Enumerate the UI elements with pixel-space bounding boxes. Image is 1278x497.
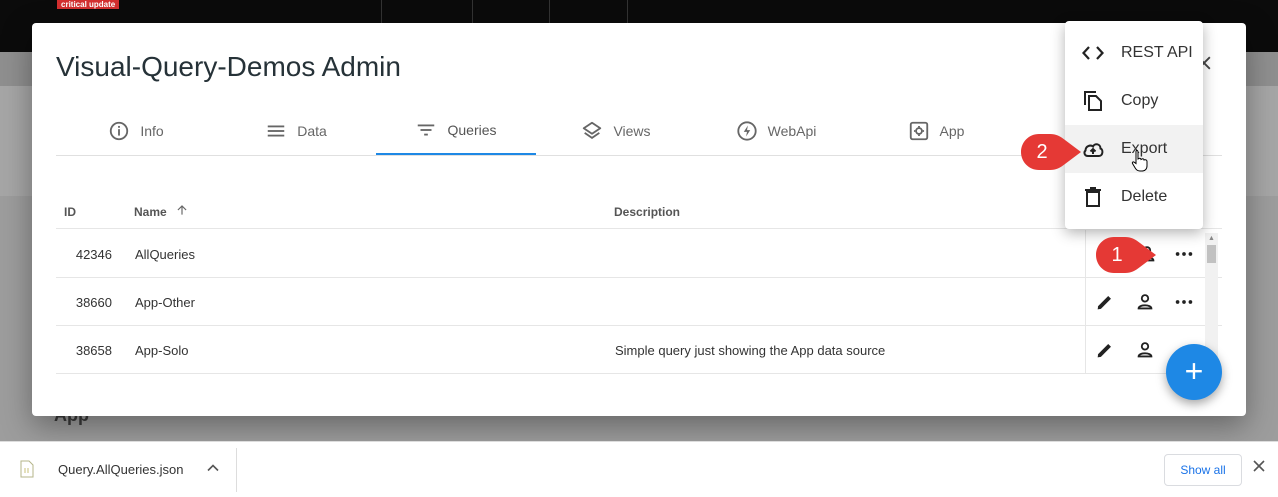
tab-info[interactable]: Info xyxy=(56,107,216,155)
menu-item-label: REST API xyxy=(1121,44,1193,61)
column-header-name[interactable]: Name xyxy=(134,205,167,219)
tab-label: Views xyxy=(613,123,651,139)
critical-update-badge: critical update xyxy=(57,0,120,9)
actions-divider xyxy=(1085,326,1086,374)
menu-item-copy[interactable]: Copy xyxy=(1065,77,1203,125)
callout-2: 2 xyxy=(1020,133,1081,171)
table-header: ID Name Description xyxy=(56,193,1222,229)
table-row[interactable]: 38660 App-Other xyxy=(56,278,1222,326)
bolt-icon xyxy=(736,121,757,141)
table-scrollbar[interactable]: ▲ xyxy=(1205,233,1218,360)
info-icon xyxy=(110,121,129,141)
close-icon[interactable] xyxy=(1252,459,1266,473)
tab-label: Info xyxy=(140,123,164,139)
table-row[interactable]: 38658 App-Solo Simple query just showing… xyxy=(56,326,1222,374)
copy-icon xyxy=(1084,91,1102,111)
tab-webapi[interactable]: WebApi xyxy=(696,107,856,155)
column-header-description[interactable]: Description xyxy=(614,205,680,219)
menu-item-delete[interactable]: Delete xyxy=(1065,173,1203,221)
download-bar: Query.AllQueries.json Show all xyxy=(0,441,1278,497)
table-row[interactable]: 42346 AllQueries xyxy=(56,230,1222,278)
arrow-up-icon[interactable] xyxy=(175,203,189,217)
actions-divider xyxy=(1085,278,1086,326)
show-all-button[interactable]: Show all xyxy=(1164,454,1242,486)
cell-name: App-Other xyxy=(135,295,195,310)
download-filename[interactable]: Query.AllQueries.json xyxy=(58,462,183,477)
actions-divider xyxy=(1085,230,1086,278)
person-icon[interactable] xyxy=(1134,339,1156,361)
tab-label: App xyxy=(939,123,965,139)
settings-box-icon xyxy=(909,121,928,141)
divider xyxy=(236,448,237,492)
trash-icon xyxy=(1085,187,1101,207)
more-icon[interactable] xyxy=(1173,243,1195,265)
tab-label: Data xyxy=(297,123,327,139)
cell-id: 38660 xyxy=(75,295,112,310)
callout-number: 1 xyxy=(1111,244,1123,266)
cell-id: 42346 xyxy=(75,247,112,262)
cell-description: Simple query just showing the App data s… xyxy=(615,343,886,358)
cell-name: App-Solo xyxy=(135,343,189,358)
add-query-button[interactable]: + xyxy=(1166,344,1222,400)
edit-icon[interactable] xyxy=(1094,339,1116,361)
menu-item-rest-api[interactable]: REST API xyxy=(1065,29,1203,77)
chevron-up-icon[interactable] xyxy=(205,460,221,476)
tab-label: WebApi xyxy=(767,123,817,139)
tab-app[interactable]: App xyxy=(856,107,1016,155)
admin-dialog: Visual-Query-Demos Admin Info Data Queri… xyxy=(32,23,1246,416)
callout-number: 2 xyxy=(1036,141,1048,163)
cell-id: 38658 xyxy=(75,343,112,358)
person-icon[interactable] xyxy=(1134,291,1156,313)
file-icon xyxy=(20,460,34,478)
column-header-id[interactable]: ID xyxy=(64,205,76,219)
more-icon[interactable] xyxy=(1173,291,1195,313)
cloud-upload-icon xyxy=(1083,143,1104,157)
dialog-title: Visual-Query-Demos Admin xyxy=(56,51,401,82)
cell-name: AllQueries xyxy=(135,247,195,262)
menu-item-label: Copy xyxy=(1121,92,1159,109)
menu-icon xyxy=(267,125,285,137)
tab-views[interactable]: Views xyxy=(536,107,696,155)
layers-icon xyxy=(583,121,602,139)
scroll-up-icon[interactable]: ▲ xyxy=(1208,235,1215,242)
edit-icon[interactable] xyxy=(1094,291,1116,313)
row-actions-menu: REST API Copy Export Delete xyxy=(1065,21,1203,229)
scrollbar-thumb[interactable] xyxy=(1207,245,1216,263)
filter-icon xyxy=(418,124,435,136)
tab-label: Queries xyxy=(447,122,497,138)
tab-queries[interactable]: Queries xyxy=(376,107,536,155)
hand-cursor-icon xyxy=(1131,149,1148,172)
callout-1: 1 xyxy=(1095,236,1156,274)
menu-item-label: Delete xyxy=(1121,188,1168,205)
tab-data[interactable]: Data xyxy=(216,107,376,155)
code-icon xyxy=(1082,46,1104,60)
